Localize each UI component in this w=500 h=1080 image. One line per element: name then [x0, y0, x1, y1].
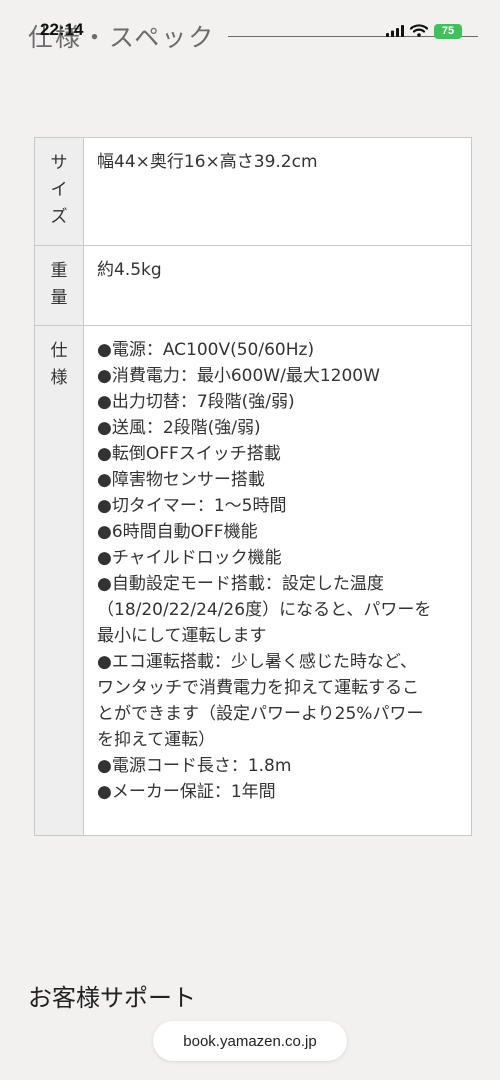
table-row: サ イ ズ 幅44×奥行16×高さ39.2cm — [34, 137, 472, 246]
wifi-icon — [409, 22, 429, 41]
label-char: 様 — [50, 368, 68, 388]
spec-line: を抑えて運転） — [97, 730, 216, 750]
label-char: イ — [50, 180, 68, 200]
spec-line: ●6時間自動OFF機能 — [97, 522, 258, 542]
cellular-signal-icon — [386, 22, 404, 41]
row-value-weight: 約4.5kg — [83, 245, 472, 326]
spec-line: ●切タイマー：1〜5時間 — [97, 496, 287, 516]
spec-line: ●メーカー保証：1年間 — [97, 782, 276, 802]
spec-line: ワンタッチで消費電力を抑えて運転するこ — [97, 678, 420, 698]
spec-line: ●チャイルドロック機能 — [97, 548, 282, 568]
spec-line: ●送風：2段階(強/弱) — [97, 418, 261, 438]
row-label-weight: 重 量 — [34, 245, 84, 326]
address-bar[interactable]: book.yamazen.co.jp — [153, 1021, 347, 1061]
battery-icon: 75 — [434, 23, 462, 39]
row-label-size: サ イ ズ — [34, 137, 84, 246]
spec-line: ●消費電力：最小600W/最大1200W — [97, 366, 380, 386]
status-bar: 仕様・スペック 22:14 75 — [0, 0, 500, 64]
spec-line: ●障害物センサー搭載 — [97, 470, 265, 490]
spec-line: ●出力切替：7段階(強/弱) — [97, 392, 295, 412]
spec-line: ●電源：AC100V(50/60Hz) — [97, 340, 315, 360]
table-row: 仕 様 ●電源：AC100V(50/60Hz) ●消費電力：最小600W/最大1… — [34, 325, 472, 836]
spec-line: ●エコ運転搭載：少し暑く感じた時など、 — [97, 652, 417, 672]
spec-line: ●転倒OFFスイッチ搭載 — [97, 444, 281, 464]
spec-line: とができます（設定パワーより25%パワー — [97, 704, 424, 724]
spec-line: （18/20/22/24/26度）になると、パワーを — [97, 600, 432, 620]
label-char: 量 — [50, 288, 68, 308]
table-row: 重 量 約4.5kg — [34, 245, 472, 326]
row-label-spec: 仕 様 — [34, 325, 84, 836]
label-char: ズ — [50, 207, 68, 227]
status-icons: 75 — [386, 20, 462, 42]
label-char: 仕 — [50, 341, 68, 361]
label-char: 重 — [50, 261, 68, 281]
spec-line: 最小にして運転します — [97, 626, 267, 646]
spec-line: ●自動設定モード搭載：設定した温度 — [97, 574, 384, 594]
row-value-spec: ●電源：AC100V(50/60Hz) ●消費電力：最小600W/最大1200W… — [83, 325, 472, 836]
label-char: サ — [50, 153, 68, 173]
row-value-size: 幅44×奥行16×高さ39.2cm — [83, 137, 472, 246]
support-heading: お客様サポート — [28, 984, 196, 1012]
spec-table: サ イ ズ 幅44×奥行16×高さ39.2cm 重 量 約4.5kg 仕 様 ●… — [34, 137, 472, 836]
status-time: 22:14 — [40, 20, 84, 39]
spec-line: ●電源コード長さ：1.8m — [97, 756, 292, 776]
